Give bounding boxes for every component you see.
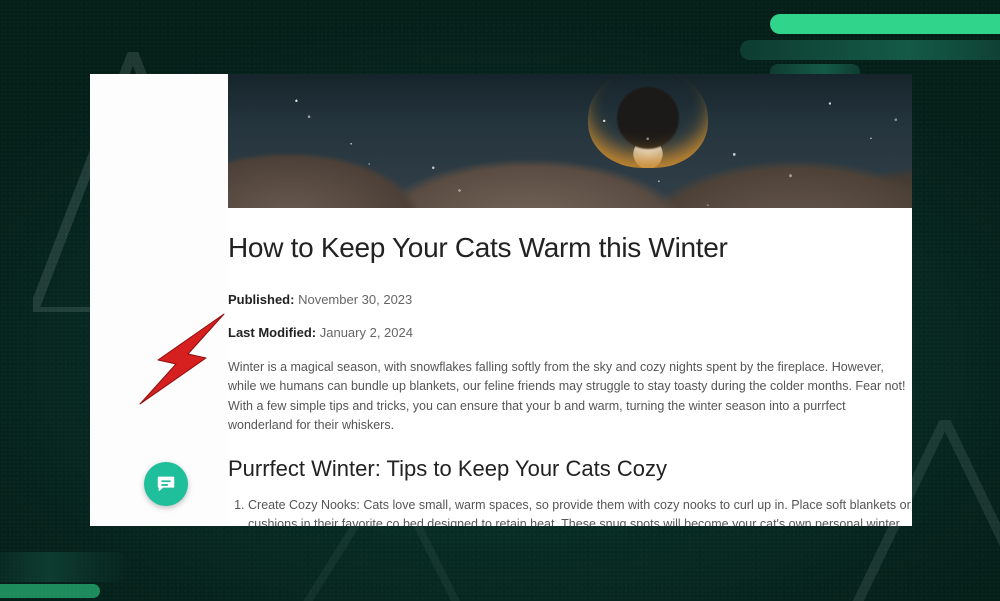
card-gutter (90, 74, 228, 526)
chat-fab[interactable] (144, 462, 188, 506)
published-line: Published: November 30, 2023 (228, 292, 912, 307)
tips-list: Create Cozy Nooks: Cats love small, warm… (228, 496, 912, 527)
accent-bar (0, 584, 100, 598)
accent-bar (770, 14, 1000, 34)
modified-line: Last Modified: January 2, 2024 (228, 325, 912, 340)
section-heading: Purrfect Winter: Tips to Keep Your Cats … (228, 456, 912, 482)
article-title: How to Keep Your Cats Warm this Winter (228, 232, 912, 264)
modified-date: January 2, 2024 (320, 325, 413, 340)
list-item: Create Cozy Nooks: Cats love small, warm… (248, 496, 912, 527)
published-label: Published: (228, 292, 294, 307)
accent-bar (740, 40, 1000, 60)
hero-image (228, 74, 912, 208)
card-content: How to Keep Your Cats Warm this Winter P… (228, 74, 912, 526)
article-card: How to Keep Your Cats Warm this Winter P… (90, 74, 912, 526)
modified-label: Last Modified: (228, 325, 316, 340)
intro-paragraph: Winter is a magical season, with snowfla… (228, 358, 912, 436)
chat-icon (155, 473, 177, 495)
accent-bar (0, 552, 130, 582)
published-date: November 30, 2023 (298, 292, 412, 307)
article-body: How to Keep Your Cats Warm this Winter P… (228, 208, 912, 526)
